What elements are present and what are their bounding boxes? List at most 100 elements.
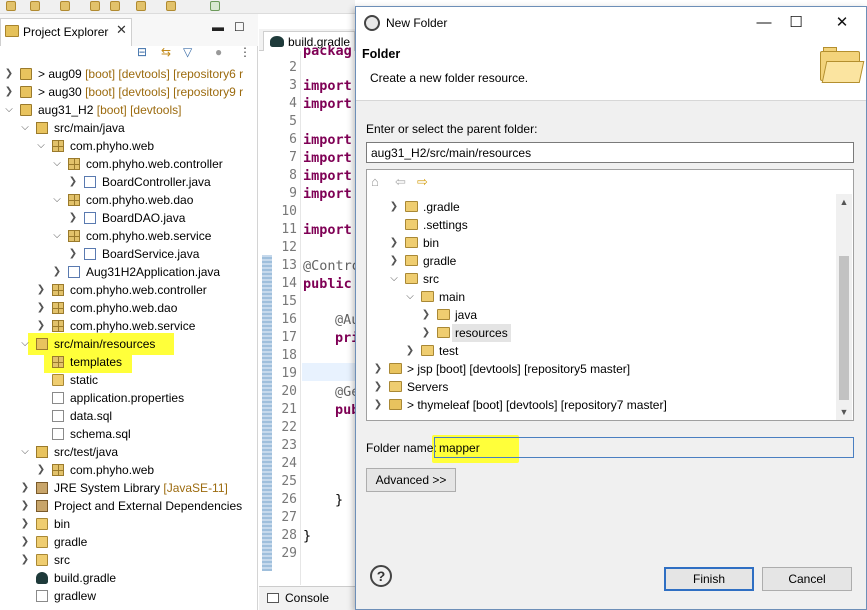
chevron-right-icon[interactable]: ❯	[68, 173, 78, 191]
tree-item-java-file[interactable]: ❯ BoardDAO.java	[0, 209, 258, 227]
collapse-all-icon[interactable]: ⊟	[137, 45, 147, 59]
tree-item-file[interactable]: data.sql	[0, 407, 258, 425]
scroll-up-icon[interactable]: ▲	[836, 194, 852, 210]
chevron-right-icon[interactable]: ❯	[20, 497, 30, 515]
finish-button[interactable]: Finish	[664, 567, 754, 591]
forward-arrow-icon[interactable]: ⇨	[417, 174, 428, 190]
tree-item-java-file[interactable]: ❯ BoardService.java	[0, 245, 258, 263]
chevron-down-icon[interactable]: ⌵	[20, 335, 30, 353]
tree-item-dependencies[interactable]: ❯ Project and External Dependencies	[0, 497, 258, 515]
chevron-down-icon[interactable]: ⌵	[4, 101, 14, 119]
tree-scrollbar[interactable]: ▲ ▼	[836, 194, 852, 420]
advanced-button[interactable]: Advanced >>	[366, 468, 456, 492]
chevron-down-icon[interactable]: ⌵	[405, 288, 415, 306]
chevron-right-icon[interactable]: ❯	[36, 281, 46, 299]
tree-item-file[interactable]: application.properties	[0, 389, 258, 407]
cancel-button[interactable]: Cancel	[762, 567, 852, 591]
help-icon[interactable]: ?	[370, 565, 392, 587]
close-button[interactable]: ✕	[822, 10, 862, 36]
tree-item-aug09[interactable]: ❯ > aug09 [boot] [devtools] [repository6…	[0, 65, 258, 83]
toolbar-icon[interactable]	[6, 1, 16, 11]
maximize-button[interactable]: ☐	[776, 10, 816, 36]
chevron-right-icon[interactable]: ❯	[36, 461, 46, 479]
tree-item-java-file[interactable]: ❯ Aug31H2Application.java	[0, 263, 258, 281]
view-menu-icon[interactable]: ⋮	[239, 45, 251, 59]
chevron-right-icon[interactable]: ❯	[20, 551, 30, 569]
chevron-right-icon[interactable]: ❯	[4, 83, 14, 101]
toolbar-icon[interactable]	[110, 1, 120, 11]
tree-item-package[interactable]: ❯ com.phyho.web.dao	[0, 299, 258, 317]
close-icon[interactable]: ✕	[116, 22, 127, 38]
maximize-icon[interactable]: ☐	[234, 20, 245, 34]
tree-item-src-test-java[interactable]: ⌵ src/test/java	[0, 443, 258, 461]
back-arrow-icon[interactable]: ⇦	[395, 174, 406, 190]
chevron-down-icon[interactable]: ⌵	[52, 155, 62, 173]
home-icon[interactable]: ⌂	[371, 174, 379, 189]
tree-item-package[interactable]: ⌵ com.phyho.web	[0, 137, 258, 155]
chevron-right-icon[interactable]: ❯	[373, 378, 383, 396]
chevron-right-icon[interactable]: ❯	[20, 515, 30, 533]
console-tab[interactable]: Console	[259, 586, 355, 610]
tree-item-file[interactable]: schema.sql	[0, 425, 258, 443]
chevron-right-icon[interactable]: ❯	[373, 396, 383, 414]
scroll-down-icon[interactable]: ▼	[836, 404, 852, 420]
tree-item-package[interactable]: ⌵ com.phyho.web.dao	[0, 191, 258, 209]
tab-project-explorer[interactable]: Project Explorer ✕	[0, 18, 132, 46]
toolbar-icon[interactable]	[210, 1, 220, 11]
tree-item-package[interactable]: ❯ com.phyho.web	[0, 461, 258, 479]
tree-item-file[interactable]: gradlew	[0, 587, 258, 605]
project-icon	[20, 104, 32, 116]
chevron-down-icon[interactable]: ⌵	[36, 137, 46, 155]
chevron-right-icon[interactable]: ❯	[20, 479, 30, 497]
parent-folder-input[interactable]	[366, 142, 854, 163]
toolbar-icon[interactable]	[166, 1, 176, 11]
tree-item-jre[interactable]: ❯ JRE System Library [JavaSE-11]	[0, 479, 258, 497]
toolbar-icon[interactable]	[60, 1, 70, 11]
link-editor-icon[interactable]: ⇆	[161, 45, 171, 59]
chevron-down-icon[interactable]: ⌵	[389, 270, 399, 288]
tree-item-static[interactable]: static	[0, 371, 258, 389]
folder-name-input[interactable]	[434, 437, 854, 458]
tree-item-folder[interactable]: ❯ bin	[0, 515, 258, 533]
tree-item-templates[interactable]: templates	[0, 351, 258, 373]
chevron-right-icon[interactable]: ❯	[389, 252, 399, 270]
tree-item-folder[interactable]: ❯ src	[0, 551, 258, 569]
chevron-down-icon[interactable]: ⌵	[20, 443, 30, 461]
chevron-right-icon[interactable]: ❯	[20, 533, 30, 551]
tree-item-file[interactable]: build.gradle	[0, 569, 258, 587]
chevron-right-icon[interactable]: ❯	[421, 324, 431, 342]
chevron-down-icon[interactable]: ⌵	[20, 119, 30, 137]
tree-item-java-file[interactable]: ❯ BoardController.java	[0, 173, 258, 191]
chevron-right-icon[interactable]: ❯	[373, 360, 383, 378]
scrollbar-thumb[interactable]	[839, 256, 849, 400]
tree-item-folder[interactable]: ❯ gradle	[0, 533, 258, 551]
filter-icon[interactable]: ▽	[183, 45, 192, 59]
chevron-down-icon[interactable]: ⌵	[52, 191, 62, 209]
chevron-right-icon[interactable]: ❯	[405, 342, 415, 360]
tree-item-aug31-h2[interactable]: ⌵ aug31_H2 [boot] [devtools]	[0, 101, 258, 119]
chevron-right-icon[interactable]: ❯	[389, 198, 399, 216]
tree-item-package[interactable]: ⌵ com.phyho.web.controller	[0, 155, 258, 173]
chevron-down-icon[interactable]: ⌵	[52, 227, 62, 245]
toolbar-icon[interactable]	[30, 1, 40, 11]
tree-item-package[interactable]: ❯ com.phyho.web.controller	[0, 281, 258, 299]
toolbar-icon[interactable]	[90, 1, 100, 11]
focus-icon[interactable]: ●	[215, 45, 222, 59]
tree-item-src-main-java[interactable]: ⌵ src/main/java	[0, 119, 258, 137]
tree-item-aug30[interactable]: ❯ > aug30 [boot] [devtools] [repository9…	[0, 83, 258, 101]
tree-item-package[interactable]: ⌵ com.phyho.web.service	[0, 227, 258, 245]
chevron-right-icon[interactable]: ❯	[52, 263, 62, 281]
main-toolbar	[0, 0, 355, 14]
chevron-right-icon[interactable]: ❯	[421, 306, 431, 324]
code-line: }	[303, 528, 312, 544]
toolbar-icon[interactable]	[136, 1, 146, 11]
new-folder-dialog: New Folder — ☐ ✕ Folder Create a new fol…	[355, 6, 867, 610]
source-folder-icon	[36, 338, 48, 350]
chevron-right-icon[interactable]: ❯	[389, 234, 399, 252]
chevron-right-icon[interactable]: ❯	[68, 209, 78, 227]
chevron-right-icon[interactable]: ❯	[68, 245, 78, 263]
chevron-right-icon[interactable]: ❯	[4, 65, 14, 83]
tree-item-label: Aug31H2Application.java	[86, 265, 221, 279]
chevron-right-icon[interactable]: ❯	[36, 299, 46, 317]
minimize-icon[interactable]: ▬	[212, 20, 224, 34]
